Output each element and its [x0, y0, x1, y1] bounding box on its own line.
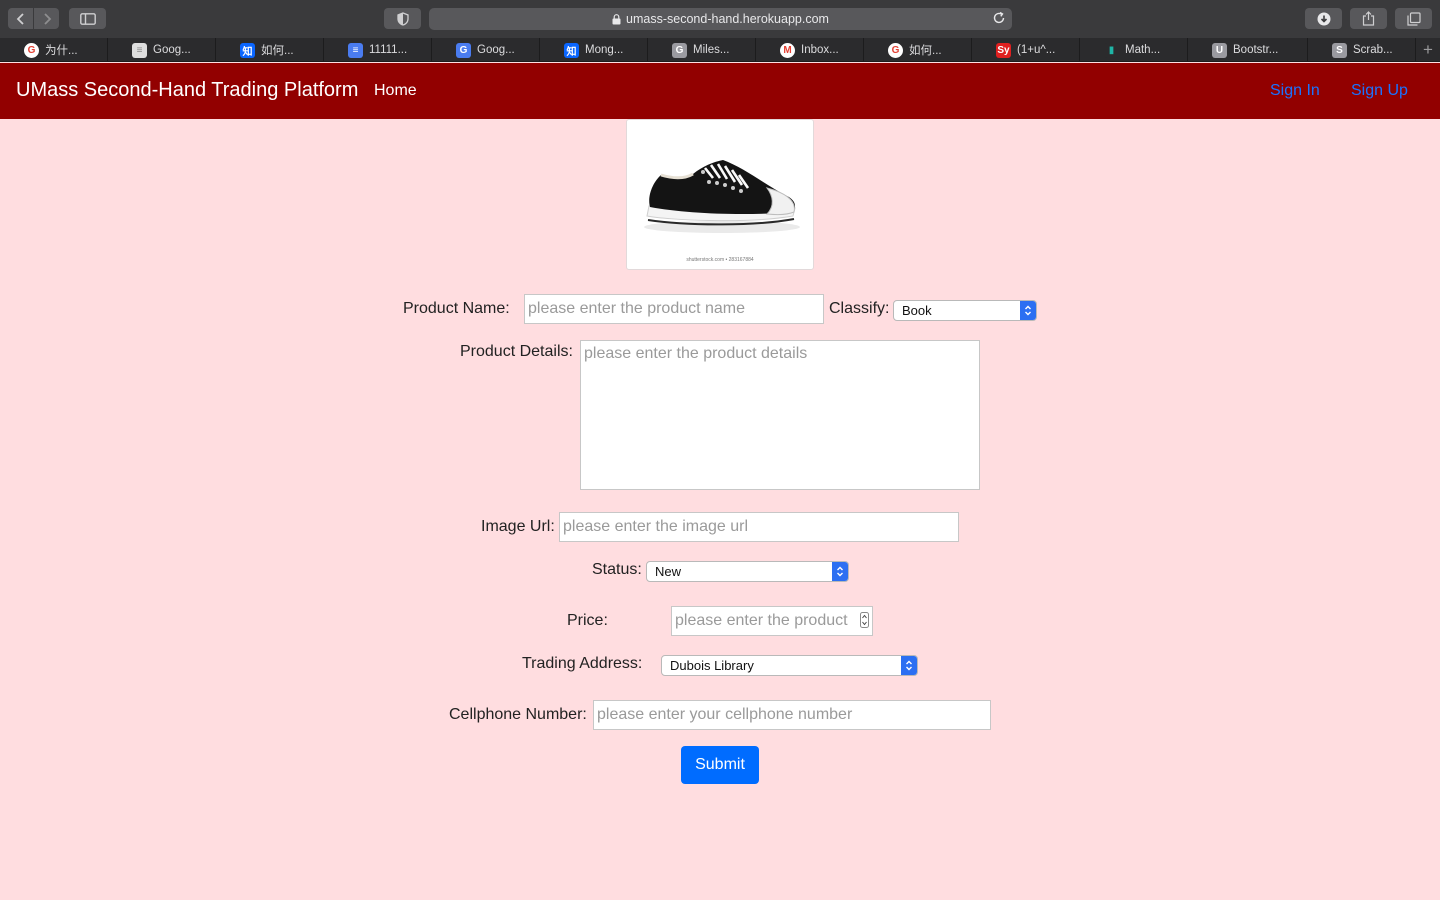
trading-address-label: Trading Address:: [522, 655, 643, 672]
classify-label: Classify:: [829, 300, 890, 317]
price-field: [671, 606, 873, 636]
submit-button[interactable]: Submit: [681, 746, 759, 784]
trading-address-value: Dubois Library: [670, 658, 754, 673]
browser-tab[interactable]: U Bootstr...: [1188, 38, 1308, 62]
browser-tab[interactable]: ▮ Math...: [1080, 38, 1188, 62]
browser-tab-label: Inbox...: [801, 44, 839, 56]
back-button[interactable]: [8, 8, 33, 29]
nav-home-link[interactable]: Home: [374, 82, 417, 100]
sidebar-toggle-button[interactable]: [69, 8, 106, 29]
shield-icon: [396, 11, 409, 26]
sign-up-link[interactable]: Sign Up: [1351, 82, 1408, 100]
browser-tab[interactable]: M Inbox...: [756, 38, 864, 62]
price-label: Price:: [567, 612, 608, 629]
status-label: Status:: [592, 561, 642, 578]
browser-tab[interactable]: 知如何...: [216, 38, 324, 62]
google-translate-icon: G: [456, 42, 471, 58]
number-stepper-icon[interactable]: [860, 612, 869, 628]
browser-tab[interactable]: Sy (1+u^...: [972, 38, 1080, 62]
status-value: New: [655, 564, 682, 579]
new-tab-plus-icon[interactable]: +: [1416, 38, 1440, 61]
product-image: shutterstock.com • 283167884: [626, 119, 814, 270]
chevron-left-icon: [16, 12, 24, 25]
browser-tab[interactable]: ≡ Goog...: [108, 38, 216, 62]
product-details-label: Product Details:: [460, 343, 573, 360]
browser-tab[interactable]: G 为什...: [0, 38, 108, 62]
share-icon: [1362, 11, 1375, 26]
symbolab-icon: Sy: [996, 42, 1011, 58]
address-bar[interactable]: umass-second-hand.herokuapp.com: [429, 8, 1012, 30]
image-url-input[interactable]: [559, 512, 959, 542]
select-arrows-icon: [1020, 301, 1036, 320]
download-icon: [1317, 12, 1330, 25]
browser-tab-label: (1+u^...: [1017, 44, 1056, 56]
browser-tab-label: Bootstr...: [1233, 44, 1279, 56]
browser-tab[interactable]: 知 Mong...: [540, 38, 648, 62]
zhihu-icon: 知: [564, 42, 579, 58]
chevron-right-icon: [43, 12, 51, 25]
sign-in-link[interactable]: Sign In: [1270, 82, 1320, 100]
product-name-input[interactable]: [524, 294, 824, 324]
reload-icon[interactable]: [992, 11, 1006, 25]
g-letter-icon: G: [672, 42, 687, 58]
browser-tab-label: Goog...: [153, 44, 191, 56]
google-docs-icon: ≡: [132, 42, 147, 58]
trading-address-select[interactable]: Dubois Library: [661, 655, 918, 676]
google-docs-icon: ≡: [348, 42, 363, 58]
browser-tab-label: Math...: [1125, 44, 1161, 56]
browser-tab-label: 为什...: [45, 45, 78, 57]
navbar: UMass Second-Hand Trading Platform Home …: [0, 63, 1440, 119]
chart-icon: ▮: [1104, 42, 1119, 58]
share-button[interactable]: [1350, 8, 1387, 29]
browser-tab[interactable]: G 如何...: [864, 38, 972, 62]
url-text: umass-second-hand.herokuapp.com: [626, 12, 829, 26]
browser-tab-label: Mong...: [585, 44, 624, 56]
browser-tab-label: 如何...: [909, 45, 942, 57]
google-icon: G: [24, 42, 39, 58]
classify-select[interactable]: Book: [893, 300, 1037, 321]
browser-tab[interactable]: G Goog...: [432, 38, 540, 62]
browser-tab-label: 11111...: [369, 44, 408, 56]
browser-tab-label: Goog...: [477, 44, 515, 56]
u-letter-icon: U: [1212, 42, 1227, 58]
browser-tab-label: Scrab...: [1353, 44, 1393, 56]
brand-title[interactable]: UMass Second-Hand Trading Platform: [16, 79, 358, 102]
cellphone-label: Cellphone Number:: [449, 706, 587, 723]
status-select[interactable]: New: [646, 561, 849, 582]
s-letter-icon: S: [1332, 42, 1347, 58]
downloads-button[interactable]: [1305, 8, 1342, 29]
sidebar-icon: [79, 12, 96, 25]
cellphone-input[interactable]: [593, 700, 991, 730]
browser-tab-label: 如何...: [261, 45, 294, 57]
browser-tab[interactable]: G Miles...: [648, 38, 756, 62]
browser-tab[interactable]: S Scrab...: [1308, 38, 1416, 62]
product-details-textarea[interactable]: [580, 340, 980, 490]
zhihu-icon: 知: [240, 42, 255, 58]
browser-tab[interactable]: ≡ 11111...: [324, 38, 432, 62]
sneaker-image: [644, 160, 800, 233]
browser-toolbar: umass-second-hand.herokuapp.com: [0, 0, 1440, 38]
browser-tab-label: Miles...: [693, 44, 730, 56]
select-arrows-icon: [832, 562, 848, 581]
price-input[interactable]: [671, 606, 873, 636]
gmail-icon: M: [780, 42, 795, 58]
tab-bar: G 为什... ≡ Goog... 知如何... ≡ 11111... G Goog... 知 Mo…: [0, 38, 1440, 62]
image-caption: shutterstock.com • 283167884: [686, 257, 754, 263]
product-name-label: Product Name:: [403, 300, 510, 317]
image-url-label: Image Url:: [481, 518, 555, 535]
privacy-report-button[interactable]: [384, 8, 421, 29]
google-icon: G: [888, 42, 903, 58]
tab-overview-button[interactable]: [1395, 8, 1432, 29]
classify-value: Book: [902, 303, 932, 318]
forward-button[interactable]: [34, 8, 59, 29]
select-arrows-icon: [901, 656, 917, 675]
tabs-icon: [1406, 11, 1421, 26]
lock-icon: [612, 13, 621, 24]
